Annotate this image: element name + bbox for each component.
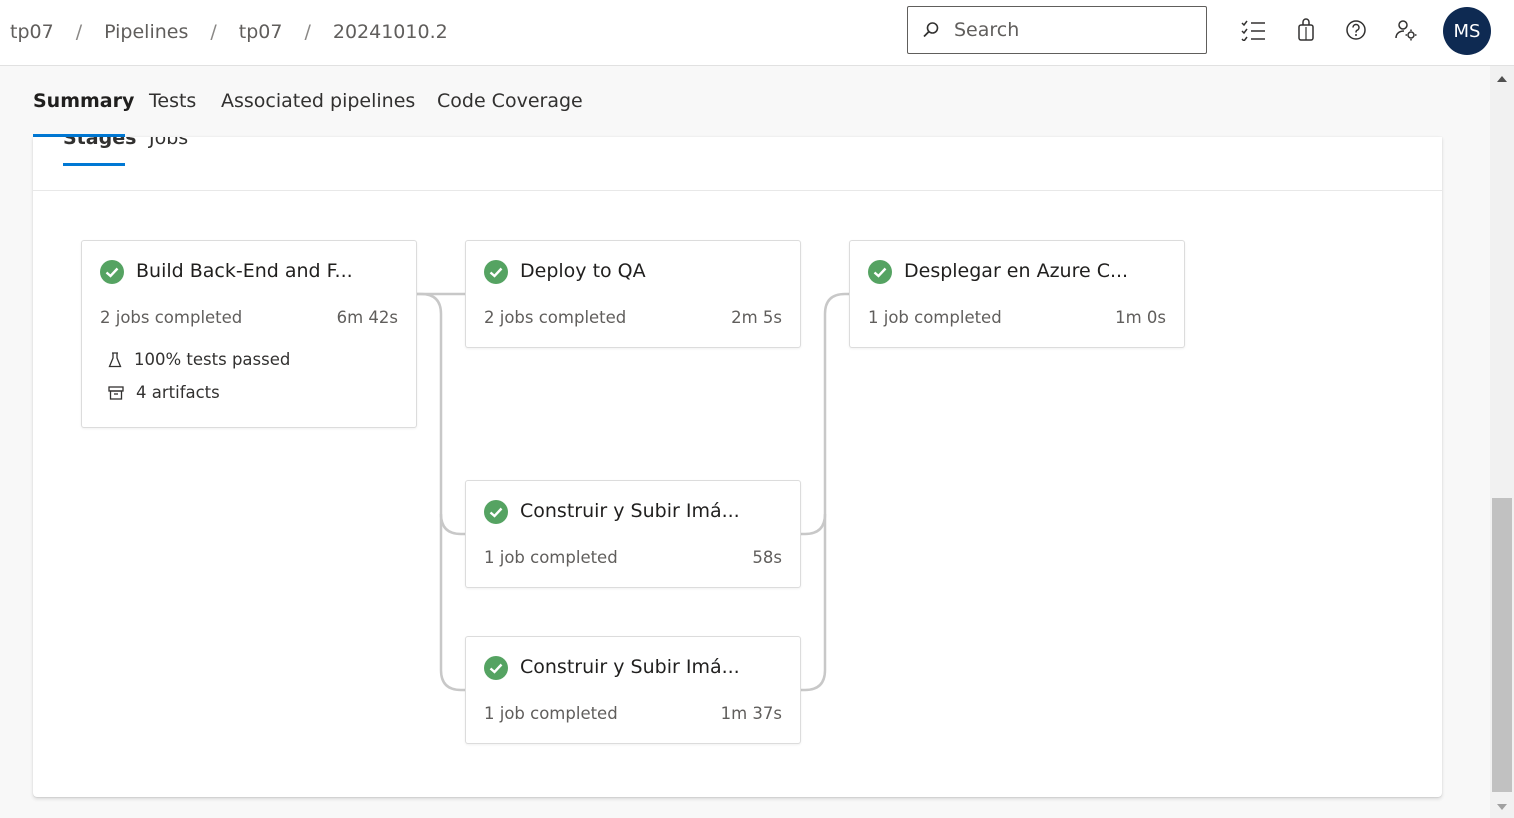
scroll-thumb[interactable] (1492, 498, 1512, 792)
scroll-up-arrow-icon[interactable] (1490, 70, 1514, 88)
task-list-icon[interactable] (1239, 16, 1267, 44)
stage-duration: 6m 42s (336, 308, 398, 327)
vertical-scrollbar[interactable] (1490, 66, 1514, 818)
stage-title: Desplegar en Azure C... (904, 260, 1129, 282)
stage-desplegar-azure[interactable]: Desplegar en Azure C... 1 job completed … (849, 240, 1185, 348)
success-check-icon (484, 260, 508, 284)
avatar[interactable]: MS (1443, 7, 1491, 55)
stage-deploy-qa[interactable]: Deploy to QA 2 jobs completed 2m 5s (465, 240, 801, 348)
tab-tests[interactable]: Tests (149, 90, 196, 112)
stage-title: Construir y Subir Imá... (520, 500, 740, 522)
success-check-icon (484, 500, 508, 524)
marketplace-bag-icon[interactable] (1292, 16, 1320, 44)
stage-construir-2[interactable]: Construir y Subir Imá... 1 job completed… (465, 636, 801, 744)
avatar-initials: MS (1453, 20, 1481, 42)
stage-jobs: 1 job completed (868, 308, 1002, 327)
stage-title: Deploy to QA (520, 260, 646, 282)
breadcrumb-pipeline[interactable]: tp07 (239, 21, 283, 43)
search-box[interactable]: Search (907, 6, 1207, 54)
artifacts-link[interactable]: 4 artifacts (108, 383, 220, 402)
stage-title: Construir y Subir Imá... (520, 656, 740, 678)
stage-jobs: 1 job completed (484, 704, 618, 723)
stage-duration: 2m 5s (731, 308, 782, 327)
tab-summary[interactable]: Summary (33, 90, 134, 112)
breadcrumb: tp07 / Pipelines / tp07 / 20241010.2 (10, 18, 448, 46)
breadcrumb-pipelines[interactable]: Pipelines (104, 21, 188, 43)
top-bar: tp07 / Pipelines / tp07 / 20241010.2 Sea… (0, 0, 1514, 66)
stage-build[interactable]: Build Back-End and F... 2 jobs completed… (81, 240, 417, 428)
artifacts-text: 4 artifacts (136, 383, 220, 402)
search-icon (923, 22, 939, 38)
stage-duration: 1m 37s (720, 704, 782, 723)
breadcrumb-run[interactable]: 20241010.2 (333, 21, 448, 43)
success-check-icon (100, 260, 124, 284)
user-settings-icon[interactable] (1392, 16, 1420, 44)
tab-code-coverage[interactable]: Code Coverage (437, 90, 583, 112)
breadcrumb-separator: / (75, 21, 83, 43)
stage-duration: 1m 0s (1115, 308, 1166, 327)
stage-title: Build Back-End and F... (136, 260, 353, 282)
tests-passed-text: 100% tests passed (134, 350, 291, 369)
breadcrumb-separator: / (210, 21, 217, 43)
success-check-icon (868, 260, 892, 284)
scroll-down-arrow-icon[interactable] (1490, 798, 1514, 816)
artifact-box-icon (108, 385, 124, 400)
tab-associated-pipelines[interactable]: Associated pipelines (221, 90, 415, 112)
beaker-icon (108, 351, 122, 367)
breadcrumb-separator: / (304, 21, 311, 43)
help-icon[interactable] (1342, 16, 1370, 44)
stage-duration: 58s (752, 548, 782, 567)
success-check-icon (484, 656, 508, 680)
stage-jobs: 2 jobs completed (484, 308, 627, 327)
run-tabs: Summary Tests Associated pipelines Code … (0, 67, 1490, 137)
stage-construir-1[interactable]: Construir y Subir Imá... 1 job completed… (465, 480, 801, 588)
stage-jobs: 1 job completed (484, 548, 618, 567)
breadcrumb-project[interactable]: tp07 (10, 21, 54, 43)
stages-card: Stages Jobs Build Back-End and F... 2 jo… (33, 137, 1442, 797)
search-input[interactable]: Search (954, 19, 1019, 41)
stage-jobs: 2 jobs completed (100, 308, 243, 327)
tests-summary[interactable]: 100% tests passed (108, 350, 290, 369)
